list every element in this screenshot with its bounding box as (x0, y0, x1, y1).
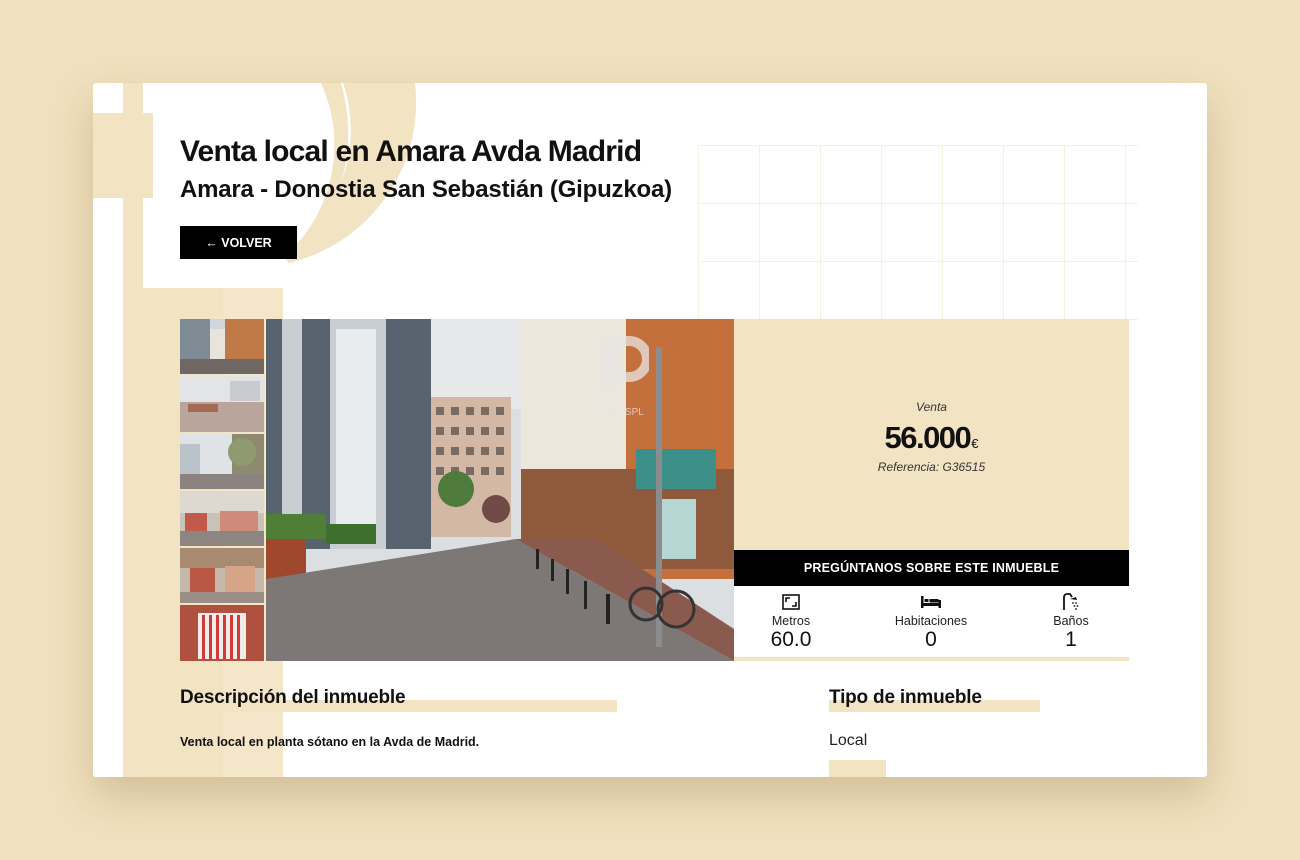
description-text: Venta local en planta sótano en la Avda … (180, 735, 480, 749)
ask-about-property-button[interactable]: PREGÚNTANOS SOBRE ESTE INMUEBLE (734, 550, 1129, 586)
area-icon (731, 592, 851, 612)
property-type-value: Local (829, 732, 868, 749)
ask-button-label: PREGÚNTANOS SOBRE ESTE INMUEBLE (803, 561, 1060, 575)
photo-gallery (180, 319, 734, 661)
listing-card: Venta local en Amara Avda Madrid Amara -… (93, 83, 1207, 777)
thumbnail-3[interactable] (180, 433, 264, 489)
back-button[interactable]: ← VOLVER (180, 226, 297, 259)
watermark-logo: PISOSPL (601, 331, 652, 431)
thumbnail-6[interactable] (180, 605, 264, 661)
feature-value: 1 (1065, 628, 1077, 651)
thumbnail-1[interactable] (180, 319, 264, 375)
reference-code: Referencia: G36515 (877, 460, 986, 474)
operation-type: Venta (916, 400, 947, 414)
feature-habitaciones: Habitaciones 0 (871, 592, 991, 652)
price-panel: Venta 56.000€ Referencia: G36515 (734, 319, 1129, 550)
thumbnail-strip (180, 319, 264, 661)
feature-banos: Baños 1 (1011, 592, 1131, 652)
price: 56.000€ (734, 420, 1129, 456)
feature-value: 60.0 (770, 628, 812, 651)
decorative-block (829, 760, 886, 777)
page-title: Venta local en Amara Avda Madrid (180, 135, 642, 168)
thumbnail-5[interactable] (180, 548, 264, 604)
watermark-text: PISOSPL (601, 407, 644, 418)
price-value: 56.000 (884, 420, 971, 455)
thumbnail-2[interactable] (180, 376, 264, 432)
thumbnail-4[interactable] (180, 490, 264, 547)
description-heading: Descripción del inmueble (180, 687, 406, 708)
feature-label: Baños (1053, 614, 1089, 628)
feature-label: Metros (771, 614, 811, 628)
main-photo[interactable] (266, 319, 734, 661)
feature-value: 0 (925, 628, 937, 651)
feature-metros: Metros 60.0 (731, 592, 851, 652)
features-bar: Metros 60.0 Habitaciones 0 Baños 1 (734, 586, 1129, 661)
feature-label: Habitaciones (894, 614, 968, 628)
bed-icon (871, 592, 991, 612)
price-currency: € (971, 436, 979, 451)
property-type-heading: Tipo de inmueble (829, 687, 982, 708)
shower-icon (1011, 592, 1131, 612)
decorative-grid (698, 145, 1138, 320)
back-button-label: ← VOLVER (205, 235, 272, 250)
location-subtitle: Amara - Donostia San Sebastián (Gipuzkoa… (180, 176, 672, 203)
